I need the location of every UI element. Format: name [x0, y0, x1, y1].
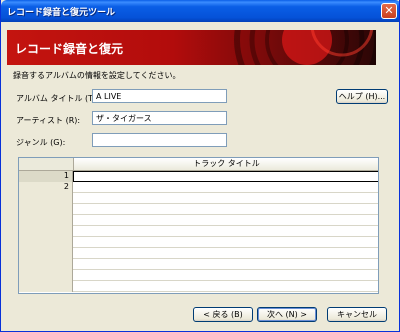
table-row[interactable] — [19, 193, 378, 204]
track-title-cell[interactable] — [73, 215, 378, 226]
table-row[interactable] — [19, 237, 378, 248]
album-title-field[interactable]: A LIVE — [92, 89, 227, 103]
cancel-button[interactable]: キャンセル — [327, 307, 387, 322]
artist-label: アーティスト (R): — [16, 116, 81, 125]
row-number — [19, 270, 73, 281]
row-number — [19, 281, 73, 292]
row-number — [19, 237, 73, 248]
row-number — [19, 226, 73, 237]
table-row[interactable] — [19, 259, 378, 270]
row-number — [19, 248, 73, 259]
table-row[interactable] — [19, 281, 378, 292]
banner-heading: レコード録音と復元 — [15, 42, 124, 56]
genre-label: ジャンル (G): — [16, 138, 66, 147]
album-title-label: アルバム タイトル (T): — [16, 94, 99, 103]
track-table: トラック タイトル 1 2 — [18, 157, 379, 294]
track-title-cell[interactable] — [73, 248, 378, 259]
table-row[interactable]: 2 — [19, 182, 378, 193]
artist-field[interactable]: ザ・タイガース — [92, 111, 227, 125]
row-number — [19, 259, 73, 270]
track-title-column-header[interactable]: トラック タイトル — [73, 158, 378, 171]
help-button[interactable]: ヘルプ (H)... — [336, 89, 388, 104]
track-title-cell[interactable] — [73, 171, 378, 182]
instruction-text: 録音するアルバムの情報を設定してください。 — [13, 71, 181, 80]
table-row[interactable] — [19, 226, 378, 237]
row-number — [19, 204, 73, 215]
track-title-cell[interactable] — [73, 193, 378, 204]
table-corner — [19, 158, 73, 171]
track-title-cell[interactable] — [73, 270, 378, 281]
track-title-cell[interactable] — [73, 281, 378, 292]
row-number: 1 — [19, 171, 73, 182]
row-number — [19, 193, 73, 204]
close-button[interactable]: ✕ — [381, 3, 397, 19]
row-number — [19, 215, 73, 226]
table-row[interactable]: 1 — [19, 171, 378, 182]
back-button[interactable]: < 戻る (B) — [193, 307, 253, 322]
table-row[interactable] — [19, 248, 378, 259]
track-title-cell[interactable] — [73, 182, 378, 193]
table-row[interactable] — [19, 270, 378, 281]
track-title-cell[interactable] — [73, 204, 378, 215]
track-title-cell[interactable] — [73, 259, 378, 270]
track-title-cell[interactable] — [73, 226, 378, 237]
track-title-cell[interactable] — [73, 237, 378, 248]
header-banner: レコード録音と復元 — [7, 30, 376, 65]
title-bar[interactable]: レコード録音と復元ツール ✕ — [1, 0, 399, 22]
genre-field[interactable] — [92, 133, 227, 147]
table-row[interactable] — [19, 204, 378, 215]
window-title: レコード録音と復元ツール — [7, 8, 116, 18]
table-row[interactable] — [19, 215, 378, 226]
next-button[interactable]: 次へ (N) > — [257, 307, 317, 322]
dialog-window: レコード録音と復元ツール ✕ レコード録音と復元 録音するアルバムの情報を設定し… — [0, 0, 400, 332]
row-number: 2 — [19, 182, 73, 193]
